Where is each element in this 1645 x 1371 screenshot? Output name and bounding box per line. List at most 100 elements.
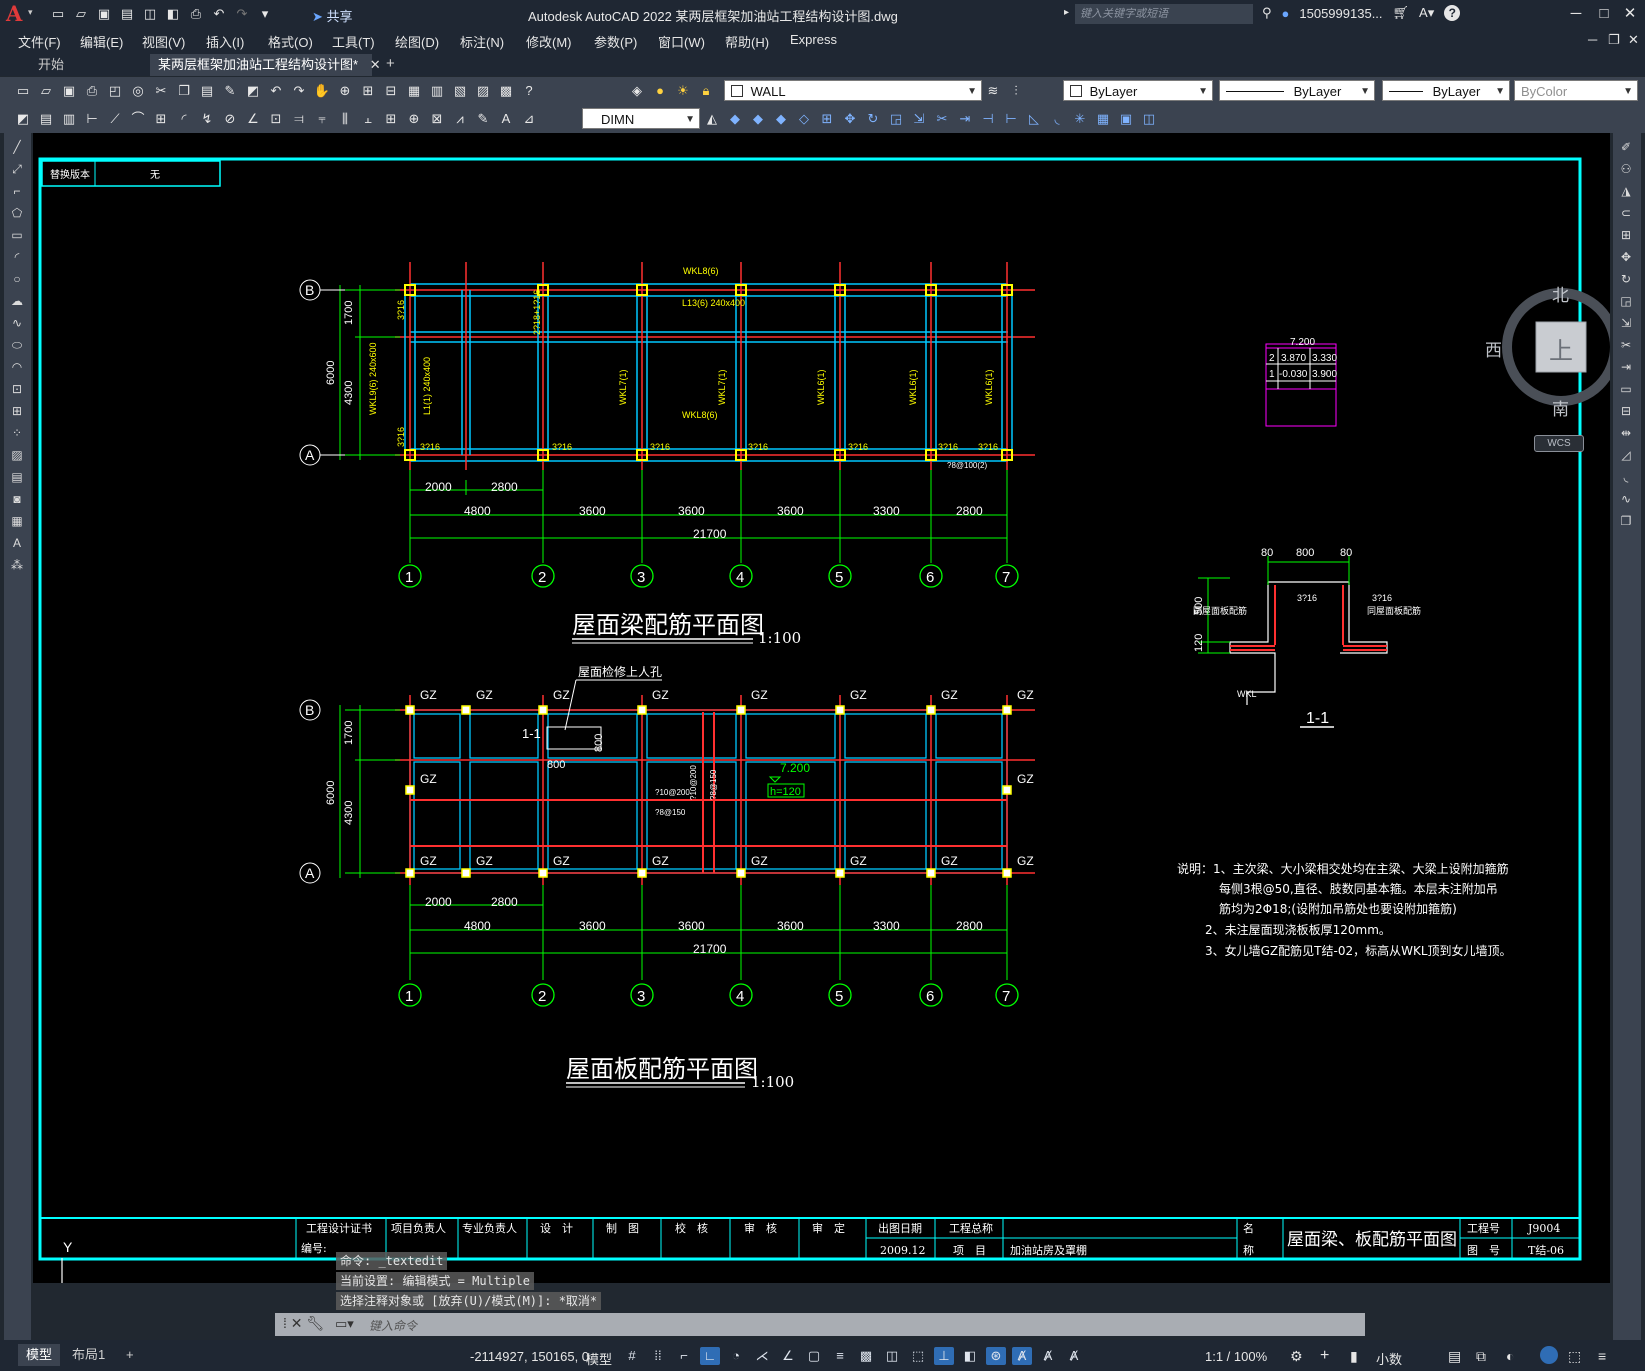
ortho-icon[interactable]: ∟	[700, 1347, 720, 1365]
drawing-canvas[interactable]: 替换版本 无 WKL8(6) L13(6) 240x400 L1(1) 240x…	[33, 133, 1610, 1283]
cart-icon[interactable]: 🛒︎	[1393, 5, 1410, 21]
open-web-icon[interactable]: ◫	[142, 6, 158, 22]
tolerance-icon[interactable]: ⊞	[382, 110, 400, 128]
explode-side-icon[interactable]: ❐	[1617, 513, 1635, 529]
explode-icon[interactable]: ✳	[1071, 110, 1089, 128]
annotation-visibility-icon[interactable]: Ⱥ	[1012, 1347, 1032, 1365]
menu-tools[interactable]: 工具(T)	[332, 32, 375, 51]
baseline-icon[interactable]: ⫤	[290, 110, 308, 128]
plotstyle-dropdown[interactable]: ByColor ▼	[1514, 80, 1638, 101]
polygon-icon[interactable]: ⬠	[8, 205, 26, 221]
light-bulb-icon[interactable]: ●	[651, 82, 669, 100]
spline-icon[interactable]: ∿	[8, 315, 26, 331]
inspect-icon[interactable]: ⊠	[428, 110, 446, 128]
mtext-icon[interactable]: A	[8, 535, 26, 551]
ellipse-arc-icon[interactable]: ◠	[8, 359, 26, 375]
mirror-side-icon[interactable]: ◮	[1617, 183, 1635, 199]
draworder-icon[interactable]: ▦	[1094, 110, 1112, 128]
app-menu-caret-icon[interactable]: ▾	[28, 7, 33, 18]
viewcube-top-face[interactable]: 上	[1549, 331, 1573, 366]
hardware-accel-icon[interactable]	[1540, 1346, 1558, 1364]
lock-icon[interactable]: 🔒︎	[697, 82, 715, 100]
ellipse-icon[interactable]: ⬭	[8, 337, 26, 353]
redo-tb-icon[interactable]: ↷	[290, 82, 308, 100]
blend-icon[interactable]: ∿	[1617, 491, 1635, 507]
search-icon[interactable]: ⚲	[1262, 5, 1272, 21]
isolate-objects-icon[interactable]: ◐	[1506, 1348, 1514, 1364]
move-side-icon[interactable]: ✥	[1617, 249, 1635, 265]
break-side-icon[interactable]: ▭	[1617, 381, 1635, 397]
doc-restore-icon[interactable]: ❐	[1608, 32, 1620, 48]
gradient-icon[interactable]: ▤	[8, 469, 26, 485]
menu-parametric[interactable]: 参数(P)	[594, 32, 637, 51]
copy-obj-icon[interactable]: ◆	[749, 110, 767, 128]
help-tb-icon[interactable]: ?	[520, 82, 538, 100]
menu-window[interactable]: 窗口(W)	[658, 32, 705, 51]
user-icon[interactable]: ●	[1282, 6, 1290, 21]
linear-dim-icon[interactable]: ⊢	[83, 110, 101, 128]
annotation-scale-icon[interactable]: Ⱥ	[1064, 1347, 1084, 1365]
annotation-scale[interactable]: 1:1 / 100%	[1205, 1349, 1267, 1364]
units-readout[interactable]: 小数	[1376, 1349, 1402, 1368]
dim-style-mgr-icon[interactable]: ◭	[703, 110, 721, 128]
gizmo-icon[interactable]: ⊛	[986, 1347, 1006, 1365]
rotate-side-icon[interactable]: ↻	[1617, 271, 1635, 287]
maximize-icon[interactable]: □	[1594, 4, 1614, 24]
hatch-icon[interactable]: ▨	[8, 447, 26, 463]
layer-previous-icon[interactable]: ⫶	[1007, 82, 1025, 100]
space-icon[interactable]: ⫼	[336, 110, 354, 128]
command-line[interactable]: ⁞ ✕ 🔧︎ ▭▾ 键入命令	[275, 1313, 1365, 1336]
layer-dropdown[interactable]: WALL ▼	[724, 80, 982, 101]
diameter-icon[interactable]: ⊘	[221, 110, 239, 128]
menu-edit[interactable]: 编辑(E)	[80, 32, 123, 51]
break-at-point-icon[interactable]: ⊟	[1617, 403, 1635, 419]
rectangle-icon[interactable]: ▭	[8, 227, 26, 243]
aligned-dim-icon[interactable]: ⟋	[106, 110, 124, 128]
offset-side-icon[interactable]: ⊂	[1617, 205, 1635, 221]
menu-view[interactable]: 视图(V)	[142, 32, 185, 51]
quick-dim-icon[interactable]: ⊡	[267, 110, 285, 128]
tab-close-icon[interactable]: ✕	[370, 57, 381, 72]
zoom-previous-icon[interactable]: ⊟	[382, 82, 400, 100]
compass-west[interactable]: 西	[1485, 336, 1502, 361]
units-icon[interactable]: ▮	[1350, 1348, 1358, 1365]
erase-side-icon[interactable]: ✐	[1617, 139, 1635, 155]
undo-icon[interactable]: ↶	[211, 6, 227, 22]
tab-start[interactable]: 开始	[30, 54, 72, 76]
snap-icon[interactable]: ⁞⁞	[648, 1347, 668, 1365]
ungroup-icon[interactable]: ◫	[1140, 110, 1158, 128]
break-icon[interactable]: ⫠	[359, 110, 377, 128]
extend-icon[interactable]: ⇥	[956, 110, 974, 128]
qnew-icon[interactable]: ▭	[14, 82, 32, 100]
model-space-toggle[interactable]: 模型	[586, 1349, 612, 1368]
insert-block-icon[interactable]: ⊡	[8, 381, 26, 397]
fillet-side-icon[interactable]: ◟	[1617, 469, 1635, 485]
array-side-icon[interactable]: ⊞	[1617, 227, 1635, 243]
scale-icon[interactable]: ◲	[887, 110, 905, 128]
properties-icon[interactable]: ▦	[405, 82, 423, 100]
tab-drawing[interactable]: 某两层框架加油站工程结构设计图* ✕	[150, 54, 381, 76]
pan-icon[interactable]: ✋	[313, 82, 331, 100]
continue-icon[interactable]: ⫧	[313, 110, 331, 128]
construction-line-icon[interactable]: ⤢	[8, 161, 26, 177]
share-button[interactable]: ➤ 共享	[312, 6, 353, 25]
polar-icon[interactable]: ◔	[726, 1347, 746, 1365]
move-icon[interactable]: ✥	[841, 110, 859, 128]
arc-length-icon[interactable]: ⌒	[129, 110, 147, 128]
user-name[interactable]: 1505999135...	[1299, 6, 1382, 21]
dimstyle-dropdown[interactable]: DIMN ▼	[582, 108, 700, 129]
sheet-set-icon[interactable]: ▨	[474, 82, 492, 100]
stretch-icon[interactable]: ⇲	[910, 110, 928, 128]
viewcube[interactable]: 北 南 西 东 上	[1485, 283, 1610, 419]
isodraft-icon[interactable]: ⋌	[752, 1347, 772, 1365]
menu-dimension[interactable]: 标注(N)	[460, 32, 504, 51]
dynamic-ucs-icon[interactable]: ⊥	[934, 1347, 954, 1365]
ordinate-icon[interactable]: ⊞	[152, 110, 170, 128]
erase-icon[interactable]: ◆	[726, 110, 744, 128]
save-web-icon[interactable]: ◧	[165, 6, 181, 22]
dim-update-icon[interactable]: ▤	[37, 110, 55, 128]
search-input[interactable]: 键入关键字或短语	[1075, 4, 1253, 24]
preview-icon[interactable]: ◰	[106, 82, 124, 100]
cut-icon[interactable]: ✂	[152, 82, 170, 100]
chamfer-side-icon[interactable]: ◿	[1617, 447, 1635, 463]
